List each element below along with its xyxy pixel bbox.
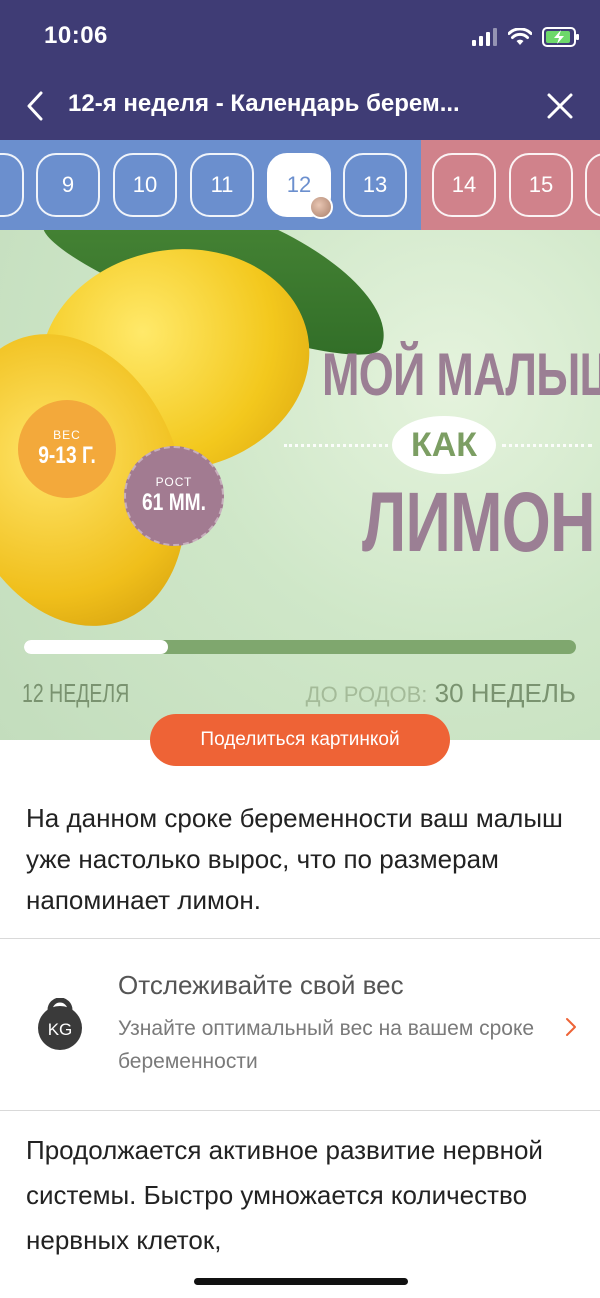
status-icons	[472, 24, 580, 50]
weeks-to-birth: ДО РОДОВ: 30 НЕДЕЛЬ	[306, 678, 576, 709]
weight-badge: ВЕС 9-13 Г.	[18, 400, 116, 498]
wifi-icon	[508, 28, 532, 45]
kg-icon-text: KG	[48, 1020, 73, 1039]
week-chip[interactable]: 9	[36, 153, 100, 217]
back-button[interactable]	[18, 86, 52, 126]
week-chip[interactable]: 15	[509, 153, 573, 217]
week-chip[interactable]: 13	[343, 153, 407, 217]
week-chip-partial[interactable]	[585, 153, 600, 217]
chevron-left-icon	[27, 91, 43, 121]
pregnancy-progress-bar	[24, 640, 576, 654]
weight-card-title: Отслеживайте свой вес	[118, 970, 404, 1000]
hero-title-kak: КАК	[392, 416, 496, 474]
current-week-text: 12 НЕДЕЛЯ	[22, 678, 130, 708]
dotted-line	[502, 444, 592, 447]
pregnancy-progress-fill	[24, 640, 168, 654]
chevron-right-icon	[566, 1018, 576, 1036]
height-label: РОСТ	[155, 475, 193, 489]
kg-weight-icon: KG	[38, 998, 82, 1050]
week-chip-active[interactable]: 12	[267, 153, 333, 219]
week-chip[interactable]: 14	[432, 153, 496, 217]
close-button[interactable]	[542, 88, 578, 124]
status-time: 10:06	[44, 22, 108, 49]
weight-label: ВЕС	[53, 428, 81, 442]
avatar	[309, 195, 333, 219]
height-badge: РОСТ 61 ММ.	[124, 446, 224, 546]
week-chip[interactable]: 11	[190, 153, 254, 217]
height-value: 61 ММ.	[141, 489, 206, 516]
signal-icon	[472, 28, 497, 46]
share-image-button[interactable]: Поделиться картинкой	[150, 714, 450, 766]
week-description: На данном сроке беременности ваш малыш у…	[26, 803, 563, 915]
week-hero-image: ВЕС 9-13 Г. РОСТ 61 ММ. МОЙ МАЛЫШ КАК ЛИ…	[0, 230, 600, 740]
week-selector: 9 10 11 12 13 14 15	[0, 140, 600, 230]
close-icon	[547, 93, 573, 119]
home-indicator[interactable]	[194, 1278, 408, 1285]
weight-card-subtitle: Узнайте оптимальный вес на вашем сроке б…	[118, 1017, 535, 1073]
page-title: 12-я неделя - Календарь берем...	[68, 90, 460, 117]
divider	[0, 1110, 600, 1111]
hero-title-line1: МОЙ МАЛЫШ	[322, 341, 600, 408]
weight-value: 9-13 Г.	[38, 442, 96, 469]
top-bar: 10:06 12-я неделя - Календарь берем...	[0, 0, 600, 140]
week-chip-label: 12	[286, 172, 312, 197]
hero-title-line2: ЛИМОН	[362, 475, 595, 569]
week-chip-partial[interactable]	[0, 153, 24, 217]
battery-charging-icon	[542, 27, 579, 47]
week-chip[interactable]: 10	[113, 153, 177, 217]
due-label: ДО РОДОВ:	[305, 682, 428, 707]
divider	[0, 938, 600, 939]
due-value: 30 НЕДЕЛЬ	[434, 678, 576, 708]
development-text: Продолжается активное развитие нервной с…	[26, 1135, 543, 1255]
weight-tracker-card[interactable]: KG Отслеживайте свой вес Узнайте оптимал…	[0, 940, 600, 1110]
dotted-line	[284, 444, 388, 447]
